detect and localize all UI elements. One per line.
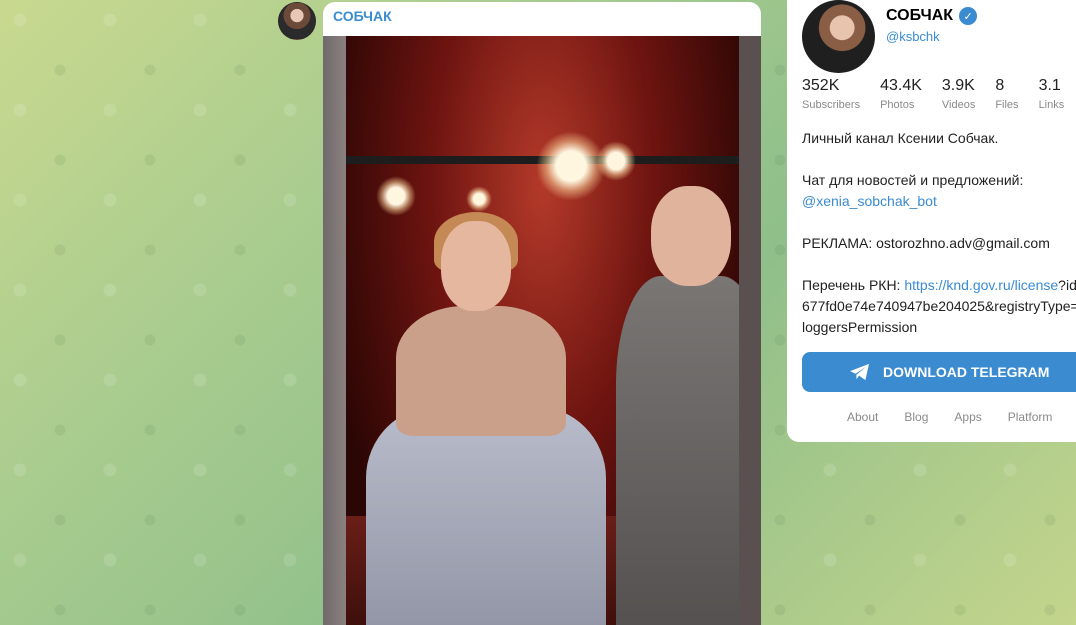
download-telegram-button[interactable]: DOWNLOAD TELEGRAM xyxy=(802,352,1076,392)
stat-value: 43.4K xyxy=(880,77,922,94)
woman-head xyxy=(441,221,511,311)
download-button-label: DOWNLOAD TELEGRAM xyxy=(883,364,1050,380)
stat-files[interactable]: 8 Files xyxy=(995,77,1018,111)
stage-light xyxy=(596,141,636,181)
description-ads: РЕКЛАМА: ostorozhno.adv@gmail.com xyxy=(802,235,1050,251)
description-chat: Чат для новостей и предложений: @xenia_s… xyxy=(802,170,1076,212)
channel-avatar[interactable] xyxy=(802,0,875,73)
footer-links: About Blog Apps Platform xyxy=(847,410,1052,424)
footer-link-platform[interactable]: Platform xyxy=(1008,410,1053,424)
stage-light xyxy=(466,186,492,212)
stat-value: 3.1 xyxy=(1038,77,1061,94)
rkn-link[interactable]: https://knd.gov.ru/license xyxy=(904,277,1058,293)
channel-stats: 352K Subscribers 43.4K Photos 3.9K Video… xyxy=(802,77,1076,111)
channel-info-card: СОБЧАК ✓ @ksbchk 352K Subscribers 43.4K … xyxy=(787,0,1076,442)
stat-subscribers[interactable]: 352K Subscribers xyxy=(802,77,860,111)
stat-value: 8 xyxy=(995,77,1005,94)
verified-check-icon: ✓ xyxy=(959,7,978,25)
woman-body xyxy=(396,306,566,436)
post-channel-avatar[interactable] xyxy=(278,2,316,40)
rkn-label: Перечень РКН: xyxy=(802,277,905,293)
man-body xyxy=(616,276,739,625)
footer-link-about[interactable]: About xyxy=(847,410,878,424)
stat-links[interactable]: 3.1 Links xyxy=(1039,77,1065,111)
man-head xyxy=(651,186,731,286)
stat-photos[interactable]: 43.4K Photos xyxy=(880,77,922,111)
stat-value: 3.9K xyxy=(941,77,975,94)
stat-videos[interactable]: 3.9K Videos xyxy=(942,77,975,111)
chat-bot-link[interactable]: @xenia_sobchak_bot xyxy=(802,193,937,209)
stat-label: Subscribers xyxy=(802,99,861,111)
telegram-plane-icon xyxy=(850,363,869,381)
channel-description: Личный канал Ксении Собчак. Чат для ново… xyxy=(802,128,1076,359)
stat-label: Photos xyxy=(880,99,915,111)
stat-value: 352K xyxy=(802,77,840,94)
woman-dress xyxy=(366,406,606,625)
channel-name: СОБЧАК xyxy=(886,7,954,24)
stage-light xyxy=(536,131,606,201)
post-media-frame[interactable] xyxy=(323,36,761,625)
channel-title: СОБЧАК ✓ xyxy=(886,7,978,25)
post-channel-name[interactable]: СОБЧАК xyxy=(323,2,761,36)
description-rkn: Перечень РКН: https://knd.gov.ru/license… xyxy=(802,275,1076,338)
description-line: Личный канал Ксении Собчак. xyxy=(802,130,999,146)
post-photo[interactable] xyxy=(346,36,739,625)
chat-label: Чат для новостей и предложений: xyxy=(802,172,1024,188)
channel-post: СОБЧАК xyxy=(323,2,761,625)
stage-light xyxy=(376,176,416,216)
stat-label: Files xyxy=(995,99,1019,111)
stat-label: Videos xyxy=(941,99,976,111)
footer-link-apps[interactable]: Apps xyxy=(954,410,981,424)
stat-label: Links xyxy=(1038,99,1065,111)
channel-handle[interactable]: @ksbchk xyxy=(886,29,940,44)
footer-link-blog[interactable]: Blog xyxy=(904,410,928,424)
